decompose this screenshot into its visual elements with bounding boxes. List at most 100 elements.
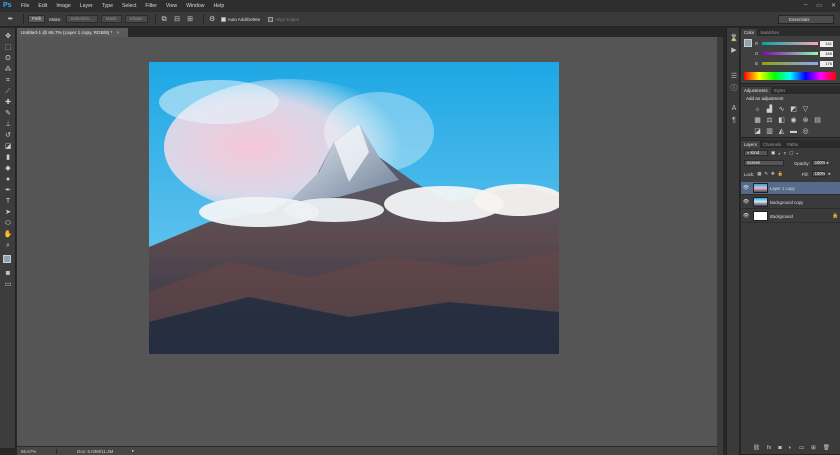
link-layers-icon[interactable]: ⛓: [753, 445, 760, 451]
levels-icon[interactable]: ▟: [765, 105, 774, 114]
lock-all-icon[interactable]: 🔒: [778, 171, 783, 177]
delete-layer-icon[interactable]: 🗑: [823, 445, 830, 451]
hue-saturation-icon[interactable]: ▦: [753, 116, 762, 125]
filter-adjustment-icon[interactable]: ◐: [778, 151, 781, 156]
color-spectrum-bar[interactable]: [744, 72, 836, 80]
new-layer-icon[interactable]: ⊞: [811, 445, 816, 451]
make-shape-button[interactable]: Shape: [124, 15, 148, 23]
auto-add-delete-checkbox[interactable]: [220, 16, 226, 22]
blend-mode-dropdown[interactable]: Screen: [744, 160, 784, 166]
opacity-input[interactable]: 100%: [811, 160, 826, 166]
status-menu-arrow[interactable]: ▸: [132, 448, 134, 454]
menu-filter[interactable]: Filter: [145, 3, 157, 9]
move-tool-icon[interactable]: ✥: [2, 31, 14, 42]
hand-tool-icon[interactable]: ✋: [2, 229, 14, 240]
tab-swatches[interactable]: Swatches: [757, 29, 782, 36]
blur-tool-icon[interactable]: ◆: [2, 163, 14, 174]
black-white-icon[interactable]: ◧: [777, 116, 786, 125]
filter-type-icon[interactable]: T: [784, 151, 787, 156]
photo-filter-icon[interactable]: ◉: [789, 116, 798, 125]
brush-tool-icon[interactable]: ✎: [2, 108, 14, 119]
document-tab[interactable]: Untitled-1 @ 66.7% (Layer 1 copy, RGB/8)…: [17, 28, 129, 37]
filter-shape-icon[interactable]: ▢: [789, 150, 793, 156]
align-edges-checkbox[interactable]: [268, 16, 274, 22]
foreground-color-swatch[interactable]: [3, 255, 11, 263]
vibrance-icon[interactable]: ▽: [801, 105, 810, 114]
lock-image-icon[interactable]: ✎: [764, 171, 768, 177]
lock-position-icon[interactable]: ✥: [771, 171, 775, 177]
green-slider[interactable]: [762, 52, 818, 55]
tool-mode-dropdown[interactable]: Path: [28, 15, 46, 23]
gradient-map-icon[interactable]: ▬: [789, 127, 798, 136]
info-icon[interactable]: ⓘ: [729, 84, 739, 94]
menu-image[interactable]: Image: [56, 3, 70, 9]
channel-mixer-icon[interactable]: ⊛: [801, 116, 810, 125]
selective-color-icon[interactable]: ◎: [801, 127, 810, 136]
menu-select[interactable]: Select: [122, 3, 136, 9]
eye-icon[interactable]: 👁: [741, 213, 751, 219]
new-adjustment-layer-icon[interactable]: ◐: [789, 445, 792, 451]
menu-help[interactable]: Help: [214, 3, 225, 9]
quick-selection-tool-icon[interactable]: ⁂: [2, 64, 14, 75]
eyedropper-tool-icon[interactable]: ⟋: [2, 86, 14, 97]
canvas-image[interactable]: [149, 62, 559, 354]
posterize-icon[interactable]: ▥: [765, 127, 774, 136]
menu-edit[interactable]: Edit: [38, 3, 47, 9]
eye-icon[interactable]: 👁: [741, 185, 751, 191]
zoom-tool-icon[interactable]: ⌕: [2, 240, 14, 251]
path-selection-tool-icon[interactable]: ➤: [2, 207, 14, 218]
paragraph-icon[interactable]: ¶: [729, 116, 739, 126]
path-operations-icon[interactable]: ⧉: [160, 15, 169, 24]
layer-kind-filter[interactable]: ⌕ Kind: [744, 150, 768, 156]
tab-layers[interactable]: Layers: [741, 141, 760, 148]
layer-row[interactable]: 👁 Layer 1 copy: [741, 182, 840, 195]
color-swatches[interactable]: [2, 254, 14, 268]
tab-paths[interactable]: Paths: [784, 141, 801, 148]
vertical-scrollbar[interactable]: [717, 37, 723, 455]
blue-slider[interactable]: [762, 62, 818, 65]
tab-color[interactable]: Color: [741, 29, 758, 36]
character-icon[interactable]: A: [729, 104, 739, 114]
minimize-button[interactable]: –: [804, 2, 807, 9]
tab-adjustments[interactable]: Adjustments: [741, 87, 771, 94]
foreground-color-preview[interactable]: [744, 39, 752, 47]
quick-mask-icon[interactable]: ◙: [2, 268, 14, 279]
fill-dropdown-arrow[interactable]: ▸: [829, 171, 831, 177]
invert-icon[interactable]: ◪: [753, 127, 762, 136]
healing-brush-tool-icon[interactable]: ✚: [2, 97, 14, 108]
marquee-tool-icon[interactable]: ⬚: [2, 42, 14, 53]
layer-name[interactable]: Background: [770, 214, 832, 219]
menu-view[interactable]: View: [166, 3, 177, 9]
filter-pixel-icon[interactable]: ▣: [771, 150, 775, 156]
crop-tool-icon[interactable]: ⌗: [2, 75, 14, 86]
layer-style-icon[interactable]: fx: [767, 445, 771, 451]
filter-smart-object-icon[interactable]: ▪: [796, 151, 798, 156]
gradient-tool-icon[interactable]: ▮: [2, 152, 14, 163]
path-alignment-icon[interactable]: ⊟: [173, 15, 182, 24]
add-mask-icon[interactable]: ◙: [778, 445, 781, 451]
dodge-tool-icon[interactable]: ●: [2, 174, 14, 185]
menu-window[interactable]: Window: [186, 3, 204, 9]
close-window-button[interactable]: ✕: [831, 2, 836, 9]
green-value[interactable]: 165: [820, 50, 833, 57]
make-selection-button[interactable]: Selection...: [65, 15, 98, 23]
shape-tool-icon[interactable]: ⬭: [2, 218, 14, 229]
path-arrangement-icon[interactable]: ⊞: [186, 15, 195, 24]
pen-tool-icon[interactable]: ✒: [2, 185, 14, 196]
pen-tool-icon[interactable]: ✒: [6, 15, 15, 24]
menu-layer[interactable]: Layer: [80, 3, 93, 9]
tab-channels[interactable]: Channels: [760, 141, 784, 148]
make-mask-button[interactable]: Mask: [100, 15, 122, 23]
eye-icon[interactable]: 👁: [741, 199, 751, 205]
eraser-tool-icon[interactable]: ◪: [2, 141, 14, 152]
new-group-icon[interactable]: ▭: [799, 445, 804, 451]
threshold-icon[interactable]: ◭: [777, 127, 786, 136]
exposure-icon[interactable]: ◩: [789, 105, 798, 114]
layer-name[interactable]: Background copy: [770, 200, 840, 205]
clone-stamp-tool-icon[interactable]: ⊥: [2, 119, 14, 130]
close-document-button[interactable]: ×: [117, 30, 120, 35]
menu-type[interactable]: Type: [102, 3, 113, 9]
actions-icon[interactable]: ▶: [729, 46, 739, 56]
layer-row[interactable]: 👁 Background copy: [741, 196, 840, 209]
workspace-dropdown[interactable]: Essentials: [778, 15, 834, 24]
